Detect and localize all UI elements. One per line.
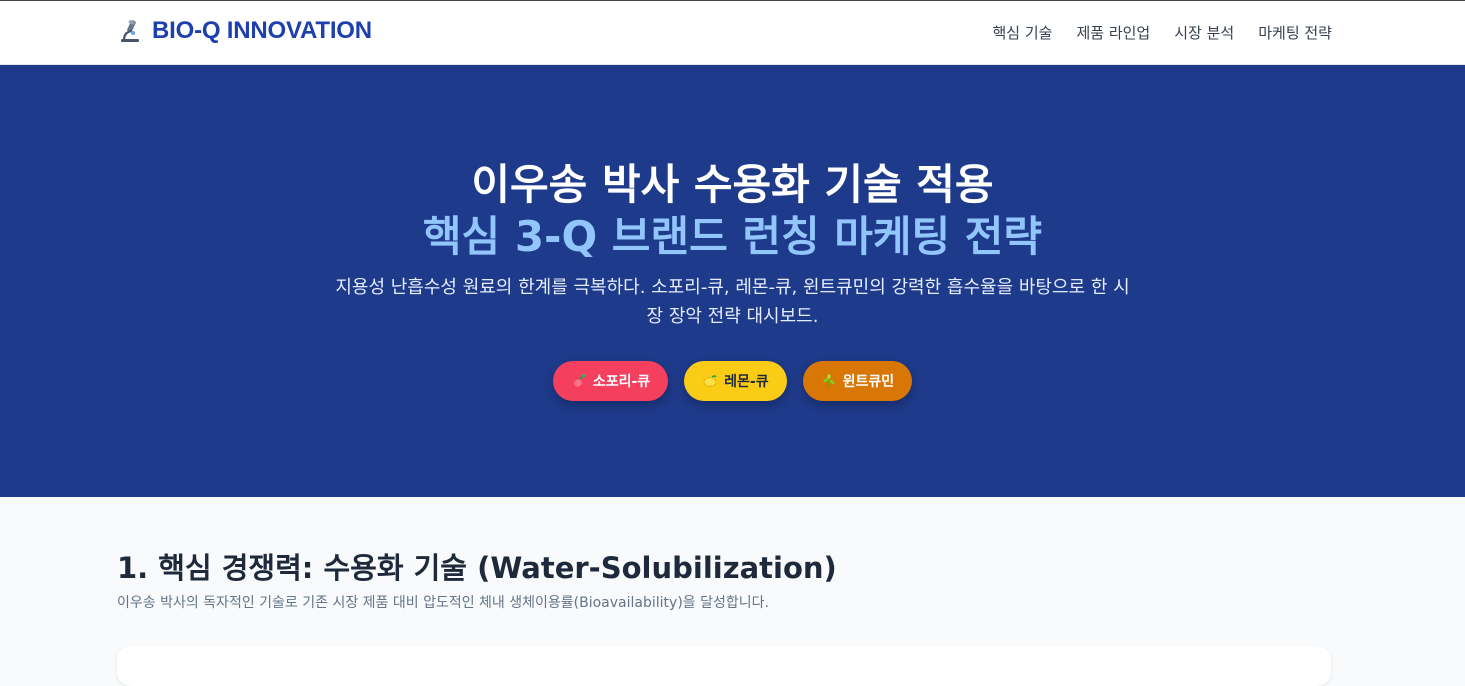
- pill-label: 윈트큐민: [842, 374, 895, 390]
- section-title: 1. 핵심 경쟁력: 수용화 기술 (Water-Solubilization): [117, 551, 837, 585]
- hero-section: 이우송 박사 수용화 기술 적용 핵심 3-Q 브랜드 런칭 마케팅 전략 지용…: [0, 65, 1465, 497]
- content-card: [117, 646, 1331, 686]
- pill-sophora-q[interactable]: 소포리-큐: [552, 361, 669, 401]
- hero-subtitle: 핵심 3-Q 브랜드 런칭 마케팅 전략: [422, 212, 1043, 261]
- hero-title: 이우송 박사 수용화 기술 적용: [471, 160, 994, 209]
- hero-description: 지용성 난흡수성 원료의 한계를 극복하다. 소포리-큐, 레몬-큐, 윈트큐민…: [335, 277, 1130, 327]
- lemon-icon: [703, 375, 717, 387]
- brand-logo[interactable]: BIO-Q INNOVATION: [118, 17, 372, 45]
- sophora-icon: [573, 374, 586, 387]
- pill-wintcumin[interactable]: 윈트큐민: [802, 361, 913, 401]
- microscope-icon: [121, 20, 139, 42]
- brand-name: BIO-Q INNOVATION: [152, 17, 372, 44]
- main-nav: 핵심 기술 제품 라인업 시장 분석 마케팅 전략: [993, 22, 1333, 43]
- top-navigation-bar: BIO-Q INNOVATION 핵심 기술 제품 라인업 시장 분석 마케팅 …: [0, 0, 1465, 65]
- herb-icon: [823, 374, 835, 388]
- nav-market-analysis[interactable]: 시장 분석: [1174, 22, 1234, 43]
- section-subtitle: 이우송 박사의 독자적인 기술로 기존 시장 제품 대비 압도적인 체내 생체이…: [117, 595, 769, 611]
- nav-core-technology[interactable]: 핵심 기술: [993, 22, 1053, 43]
- pill-label: 소포리-큐: [592, 374, 651, 390]
- pill-label: 레몬-큐: [724, 374, 769, 390]
- nav-product-lineup[interactable]: 제품 라인업: [1076, 22, 1150, 43]
- brand-pill-group: 소포리-큐 레몬-큐 윈트큐민: [0, 361, 1465, 401]
- pill-lemon-q[interactable]: 레몬-큐: [684, 361, 787, 401]
- nav-marketing-strategy[interactable]: 마케팅 전략: [1258, 22, 1332, 43]
